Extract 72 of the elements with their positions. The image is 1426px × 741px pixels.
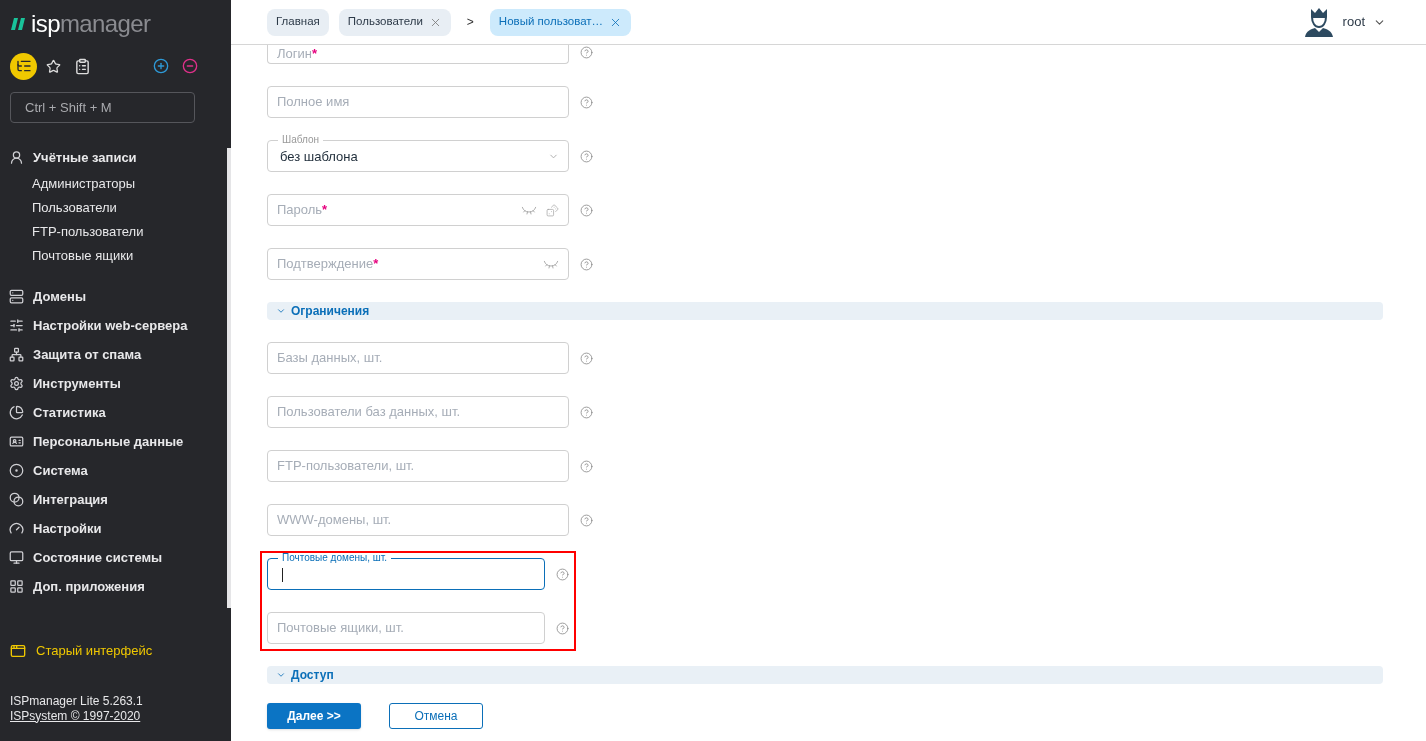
user-name[interactable]: root [1342, 12, 1365, 32]
text-cursor [282, 567, 283, 582]
menu-item[interactable]: Система [0, 456, 223, 485]
menu-item[interactable]: Статистика [0, 398, 223, 427]
cancel-button[interactable]: Отмена [389, 703, 483, 729]
help-icon[interactable] [580, 513, 593, 527]
sliders-icon [9, 318, 24, 333]
submenu-item[interactable]: Администраторы [0, 172, 223, 196]
network-icon [9, 347, 24, 362]
menu-item[interactable]: Доп. приложения [0, 572, 223, 601]
submenu-item[interactable]: Почтовые ящики [0, 244, 223, 268]
clipboard-icon[interactable] [74, 57, 91, 75]
tree-view-button[interactable] [10, 52, 37, 80]
star-icon[interactable] [46, 58, 61, 74]
help-icon[interactable] [580, 46, 593, 59]
next-button[interactable]: Далее >> [267, 703, 361, 729]
input-field[interactable]: Логин* [267, 45, 569, 64]
chevron-down-icon [276, 670, 286, 680]
help-icon[interactable] [556, 621, 569, 635]
user-avatar-icon[interactable] [1302, 7, 1335, 37]
overlapping-circles-icon [9, 492, 24, 507]
settings-icon [9, 376, 24, 391]
menu-item[interactable]: Настройки [0, 514, 223, 543]
submenu-item[interactable]: FTP-пользователи [0, 220, 223, 244]
help-icon[interactable] [580, 459, 593, 473]
help-icon[interactable] [580, 149, 593, 163]
logo-icon [11, 18, 27, 30]
help-icon[interactable] [580, 257, 593, 271]
grid-icon [9, 579, 24, 594]
breadcrumb-tab[interactable]: Главная [267, 8, 329, 36]
menu-item[interactable]: Учётные записи [0, 143, 223, 172]
menu-item[interactable]: Инструменты [0, 369, 223, 398]
user-icon [9, 150, 24, 165]
collapse-all-icon[interactable] [182, 58, 198, 74]
version-text: ISPmanager Lite 5.263.1 [10, 693, 144, 709]
dice-icon[interactable] [546, 203, 559, 217]
menu-item[interactable]: Домены [0, 282, 223, 311]
monitor-icon [9, 550, 24, 565]
help-icon[interactable] [580, 351, 593, 365]
copyright-link[interactable]: ISPsystem © 1997-2020 [10, 708, 141, 723]
menu-item[interactable]: Состояние системы [0, 543, 223, 572]
menu-item[interactable]: Интеграция [0, 485, 223, 514]
input-field[interactable]: Почтовые домены, шт. [267, 552, 545, 590]
help-icon[interactable] [556, 567, 569, 581]
pie-chart-icon [9, 405, 24, 420]
section-header[interactable]: Доступ [267, 666, 1383, 684]
template-select[interactable]: Шаблон без шаблона [267, 134, 569, 172]
scrollbar[interactable] [227, 148, 231, 608]
input-field[interactable]: Пароль* [267, 194, 569, 226]
gauge-icon [9, 521, 24, 536]
tree-icon [15, 58, 32, 74]
section-header[interactable]: Ограничения [267, 302, 1383, 320]
help-icon[interactable] [580, 203, 593, 217]
input-field[interactable]: Подтверждение* [267, 248, 569, 280]
logo[interactable]: ispmanager [31, 12, 151, 36]
old-interface-link[interactable]: Старый интерфейс [36, 641, 153, 661]
id-card-icon [9, 434, 24, 449]
circle-dot-icon [9, 463, 24, 478]
chevron-down-icon [276, 306, 286, 316]
breadcrumb-separator: > [465, 14, 475, 31]
window-icon [10, 642, 26, 659]
help-icon[interactable] [580, 405, 593, 419]
menu-item[interactable]: Защита от спама [0, 340, 223, 369]
server-icon [9, 289, 24, 304]
breadcrumb-tab[interactable]: Пользователи [338, 8, 451, 36]
menu-item[interactable]: Персональные данные [0, 427, 223, 456]
breadcrumb-tab[interactable]: Новый пользоват… [489, 8, 632, 36]
search-field[interactable]: Ctrl + Shift + M [10, 92, 195, 123]
expand-all-icon[interactable] [153, 58, 169, 74]
submenu-item[interactable]: Пользователи [0, 196, 223, 220]
help-icon[interactable] [580, 95, 593, 109]
menu-item[interactable]: Настройки web-сервера [0, 311, 223, 340]
